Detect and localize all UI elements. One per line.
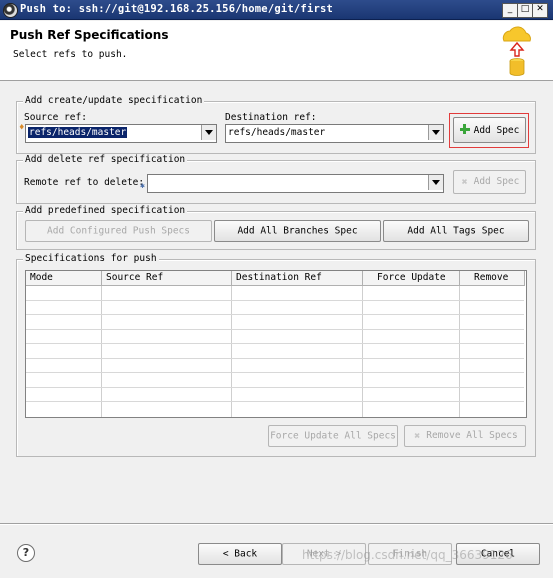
plus-icon xyxy=(459,124,470,134)
table-row[interactable] xyxy=(26,330,524,344)
column-header-source-ref[interactable]: Source Ref xyxy=(102,271,232,286)
specs-table[interactable]: Mode Source Ref Destination Ref Force Up… xyxy=(25,270,527,418)
table-row[interactable] xyxy=(26,286,524,301)
maximize-button[interactable]: □ xyxy=(517,3,533,18)
destination-ref-combo[interactable]: refs/heads/master xyxy=(225,124,444,143)
add-all-tags-label: Add All Tags Spec xyxy=(407,225,505,237)
chevron-down-icon[interactable] xyxy=(428,125,443,140)
remove-icon: ✖ xyxy=(414,431,421,442)
force-update-all-label: Force Update All Specs xyxy=(270,430,396,442)
remove-all-label: Remove All Specs xyxy=(426,430,518,441)
delete-icon: ✖ xyxy=(461,177,468,188)
force-update-all-specs-button[interactable]: Force Update All Specs xyxy=(268,425,398,447)
eclipse-app-icon xyxy=(3,3,18,18)
source-ref-combo[interactable]: refs/heads/master xyxy=(25,124,217,143)
column-header-destination-ref[interactable]: Destination Ref xyxy=(232,271,363,286)
help-icon[interactable]: ? xyxy=(17,544,35,562)
back-button[interactable]: < Back xyxy=(198,543,282,565)
add-spec-label: Add Spec xyxy=(473,125,520,136)
add-all-branches-label: Add All Branches Spec xyxy=(237,225,358,237)
minimize-button[interactable]: _ xyxy=(502,3,518,18)
cloud-push-icon xyxy=(502,26,531,76)
remote-ref-combo[interactable] xyxy=(147,174,444,193)
predefined-legend: Add predefined specification xyxy=(23,205,188,216)
table-row[interactable] xyxy=(26,344,524,359)
add-all-branches-spec-button[interactable]: Add All Branches Spec xyxy=(214,220,381,242)
column-header-mode[interactable]: Mode xyxy=(26,271,102,286)
add-delete-spec-label: Add Spec xyxy=(473,176,520,187)
table-row[interactable] xyxy=(26,359,524,373)
add-spec-button[interactable]: Add Spec xyxy=(453,117,526,143)
column-header-force-update[interactable]: Force Update xyxy=(363,271,460,286)
source-ref-label: Source ref: xyxy=(24,112,87,123)
chevron-down-icon[interactable] xyxy=(428,175,443,190)
source-ref-value: refs/heads/master xyxy=(28,127,128,138)
table-row[interactable] xyxy=(26,315,524,330)
close-button[interactable]: ✕ xyxy=(532,3,548,18)
window-title: Push to: ssh://git@192.168.25.156/home/g… xyxy=(20,3,334,15)
specs-for-push-legend: Specifications for push xyxy=(23,253,159,264)
delete-ref-legend: Add delete ref specification xyxy=(23,154,188,165)
table-row[interactable] xyxy=(26,388,524,402)
table-row[interactable] xyxy=(26,373,524,388)
content-assist-icon: ✱ xyxy=(140,181,145,190)
page-title: Push Ref Specifications xyxy=(10,28,169,42)
table-row[interactable] xyxy=(26,402,524,417)
content-assist-icon: ♦ xyxy=(19,123,25,133)
create-update-legend: Add create/update specification xyxy=(23,95,205,106)
remove-all-specs-button[interactable]: ✖ Remove All Specs xyxy=(404,425,526,447)
add-configured-push-specs-button[interactable]: Add Configured Push Specs xyxy=(25,220,212,242)
page-subtitle: Select refs to push. xyxy=(13,49,128,60)
window-titlebar[interactable]: Push to: ssh://git@192.168.25.156/home/g… xyxy=(0,0,553,20)
column-header-remove[interactable]: Remove xyxy=(460,271,525,286)
chevron-down-icon[interactable] xyxy=(201,125,216,140)
add-all-tags-spec-button[interactable]: Add All Tags Spec xyxy=(383,220,529,242)
add-delete-spec-button[interactable]: ✖ Add Spec xyxy=(453,170,526,194)
table-row[interactable] xyxy=(26,301,524,315)
wizard-header: Push Ref Specifications Select refs to p… xyxy=(0,21,553,81)
remote-ref-label: Remote ref to delete: xyxy=(24,177,145,188)
destination-ref-value: refs/heads/master xyxy=(228,127,326,138)
add-configured-label: Add Configured Push Specs xyxy=(47,225,190,237)
back-label: < Back xyxy=(222,548,258,560)
watermark: https://blog.csdn.net/qq_36639126 xyxy=(302,548,513,562)
footer-separator xyxy=(0,523,553,525)
destination-ref-label: Destination ref: xyxy=(225,112,317,123)
